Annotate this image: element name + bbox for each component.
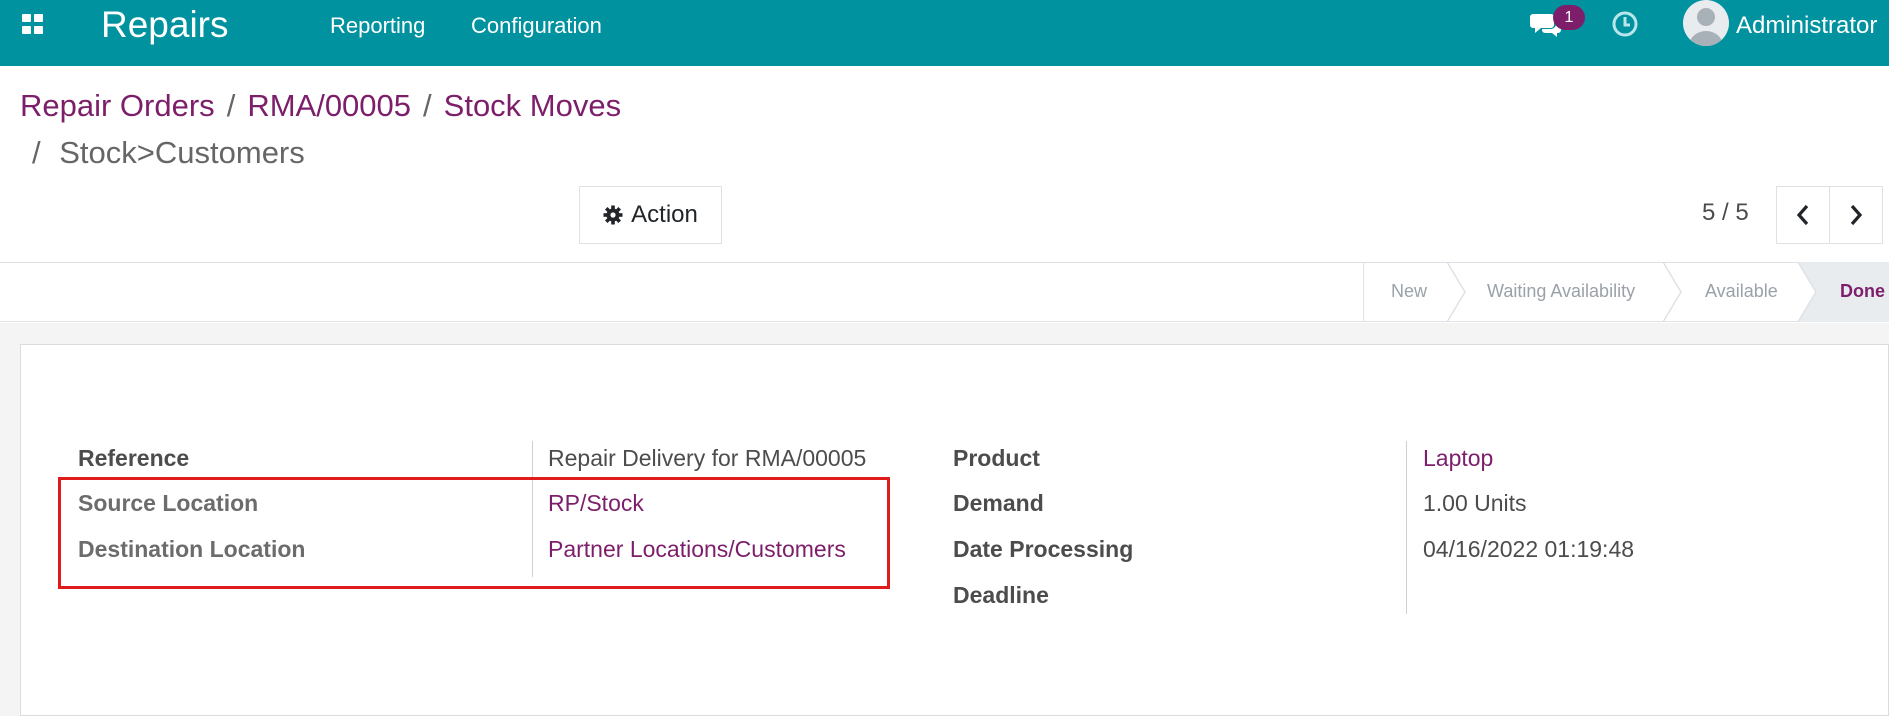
menu-configuration[interactable]: Configuration bbox=[471, 13, 602, 39]
highlight-box bbox=[58, 477, 890, 589]
field-date-processing[interactable]: 04/16/2022 01:19:48 bbox=[1423, 536, 1634, 563]
breadcrumb-separator: / bbox=[226, 88, 236, 123]
label-date-processing: Date Processing bbox=[953, 536, 1134, 562]
label-deadline: Deadline bbox=[953, 582, 1049, 608]
user-name[interactable]: Administrator bbox=[1736, 12, 1877, 40]
breadcrumb-current: Stock>Customers bbox=[59, 135, 305, 170]
status-available[interactable]: Available bbox=[1705, 262, 1778, 322]
avatar[interactable] bbox=[1683, 0, 1729, 46]
status-done[interactable]: Done bbox=[1840, 262, 1885, 322]
label-product: Product bbox=[953, 445, 1040, 471]
label-reference: Reference bbox=[78, 445, 190, 471]
app-title[interactable]: Repairs bbox=[101, 4, 229, 46]
breadcrumb-rma[interactable]: RMA/00005 bbox=[247, 88, 411, 123]
status-divider bbox=[1447, 262, 1466, 322]
breadcrumb-current-line: / Stock>Customers bbox=[32, 133, 305, 173]
clock-icon[interactable] bbox=[1611, 10, 1639, 38]
action-label: Action bbox=[631, 201, 698, 228]
breadcrumb: Repair Orders / RMA/00005 / Stock Moves bbox=[20, 86, 621, 126]
gear-icon bbox=[603, 205, 623, 225]
breadcrumb-repair-orders[interactable]: Repair Orders bbox=[20, 88, 215, 123]
status-new[interactable]: New bbox=[1391, 262, 1427, 322]
action-button[interactable]: Action bbox=[579, 186, 722, 244]
breadcrumb-stock-moves[interactable]: Stock Moves bbox=[444, 88, 621, 123]
chat-badge: 1 bbox=[1553, 5, 1585, 30]
chevron-right-icon bbox=[1850, 204, 1863, 226]
breadcrumb-separator: / bbox=[423, 88, 432, 123]
status-waiting-availability[interactable]: Waiting Availability bbox=[1487, 262, 1635, 322]
apps-grid-icon[interactable] bbox=[22, 14, 44, 34]
status-divider bbox=[1798, 262, 1817, 322]
pager-value[interactable]: 5 / 5 bbox=[1702, 199, 1749, 227]
menu-reporting[interactable]: Reporting bbox=[330, 13, 425, 39]
breadcrumb-separator: / bbox=[32, 135, 41, 170]
top-navbar: Repairs Reporting Configuration 1 Admini… bbox=[0, 0, 1889, 66]
field-product[interactable]: Laptop bbox=[1423, 445, 1493, 472]
right-group-separator bbox=[1406, 441, 1407, 614]
chevron-left-icon bbox=[1796, 204, 1809, 226]
field-reference[interactable]: Repair Delivery for RMA/00005 bbox=[548, 445, 866, 472]
field-demand[interactable]: 1.00 Units bbox=[1423, 490, 1527, 517]
pager-previous-button[interactable] bbox=[1776, 186, 1830, 244]
pager-next-button[interactable] bbox=[1829, 186, 1883, 244]
label-demand: Demand bbox=[953, 490, 1044, 516]
status-divider bbox=[1663, 262, 1682, 322]
